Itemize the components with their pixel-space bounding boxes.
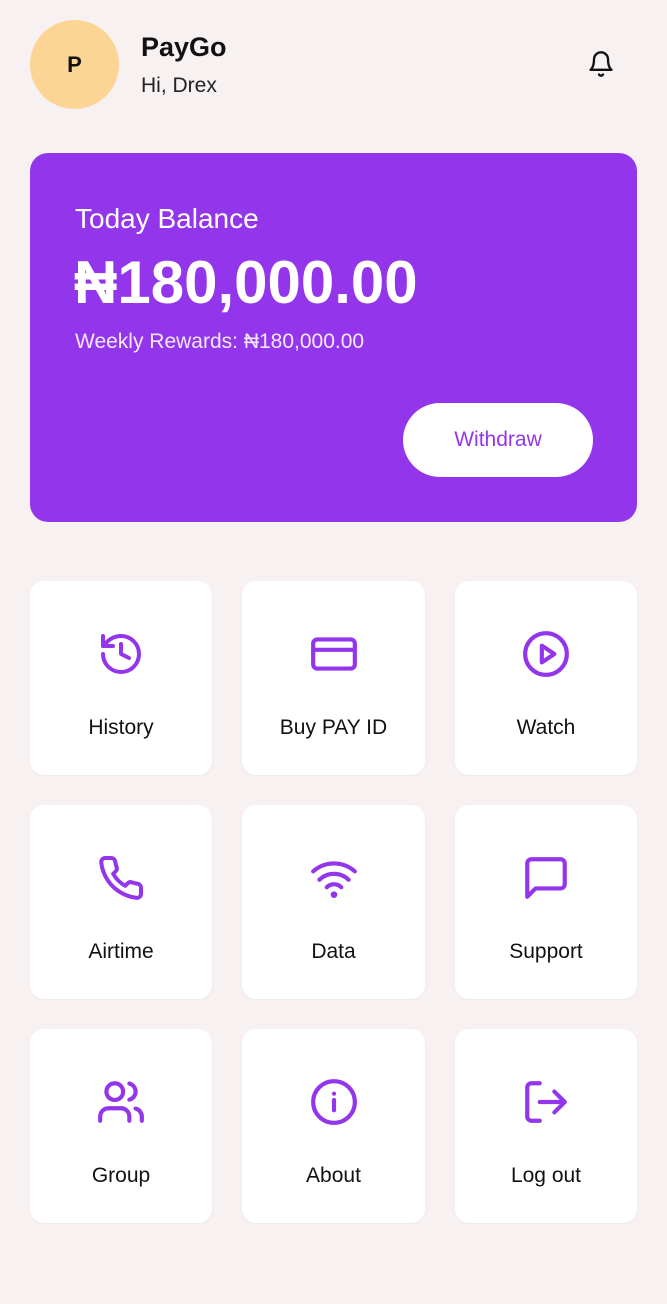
menu-item-label: Watch: [516, 716, 576, 739]
menu-item-history[interactable]: History: [30, 581, 212, 775]
users-icon: [96, 1077, 146, 1127]
greeting: Hi, Drex: [141, 74, 217, 97]
play-icon: [521, 629, 571, 679]
balance-amount: ₦180,000.00: [74, 249, 418, 316]
balance-card: Today Balance ₦180,000.00 Weekly Rewards…: [30, 153, 637, 522]
menu-item-label: About: [306, 1164, 361, 1187]
menu-item-data[interactable]: Data: [242, 805, 425, 999]
menu-item-label: Support: [509, 940, 583, 963]
menu-item-label: Buy PAY ID: [279, 716, 388, 739]
history-icon: [96, 629, 146, 679]
avatar[interactable]: P: [30, 20, 119, 109]
app-name: PayGo: [141, 32, 227, 62]
logout-icon: [521, 1077, 571, 1127]
menu-item-label: Data: [311, 940, 356, 963]
menu-item-airtime[interactable]: Airtime: [30, 805, 212, 999]
menu-item-log-out[interactable]: Log out: [455, 1029, 637, 1223]
menu-item-buy-pay-id[interactable]: Buy PAY ID: [242, 581, 425, 775]
menu-item-about[interactable]: About: [242, 1029, 425, 1223]
weekly-rewards: Weekly Rewards: ₦180,000.00: [75, 330, 365, 353]
menu-item-label: History: [88, 716, 154, 739]
header: P PayGo Hi, Drex: [30, 20, 637, 110]
phone-icon: [96, 853, 146, 903]
menu-item-label: Airtime: [88, 940, 154, 963]
balance-label: Today Balance: [75, 203, 259, 234]
menu-item-support[interactable]: Support: [455, 805, 637, 999]
card-icon: [309, 629, 359, 679]
wifi-icon: [309, 853, 359, 903]
menu-item-label: Group: [91, 1164, 151, 1187]
menu-item-label: Log out: [510, 1164, 582, 1187]
menu-item-group[interactable]: Group: [30, 1029, 212, 1223]
bell-icon[interactable]: [585, 47, 617, 81]
menu-item-watch[interactable]: Watch: [455, 581, 637, 775]
withdraw-button[interactable]: Withdraw: [403, 403, 593, 477]
menu-grid: History Buy PAY ID Watch Airtime Data Su…: [30, 581, 637, 1223]
chat-icon: [521, 853, 571, 903]
info-icon: [309, 1077, 359, 1127]
